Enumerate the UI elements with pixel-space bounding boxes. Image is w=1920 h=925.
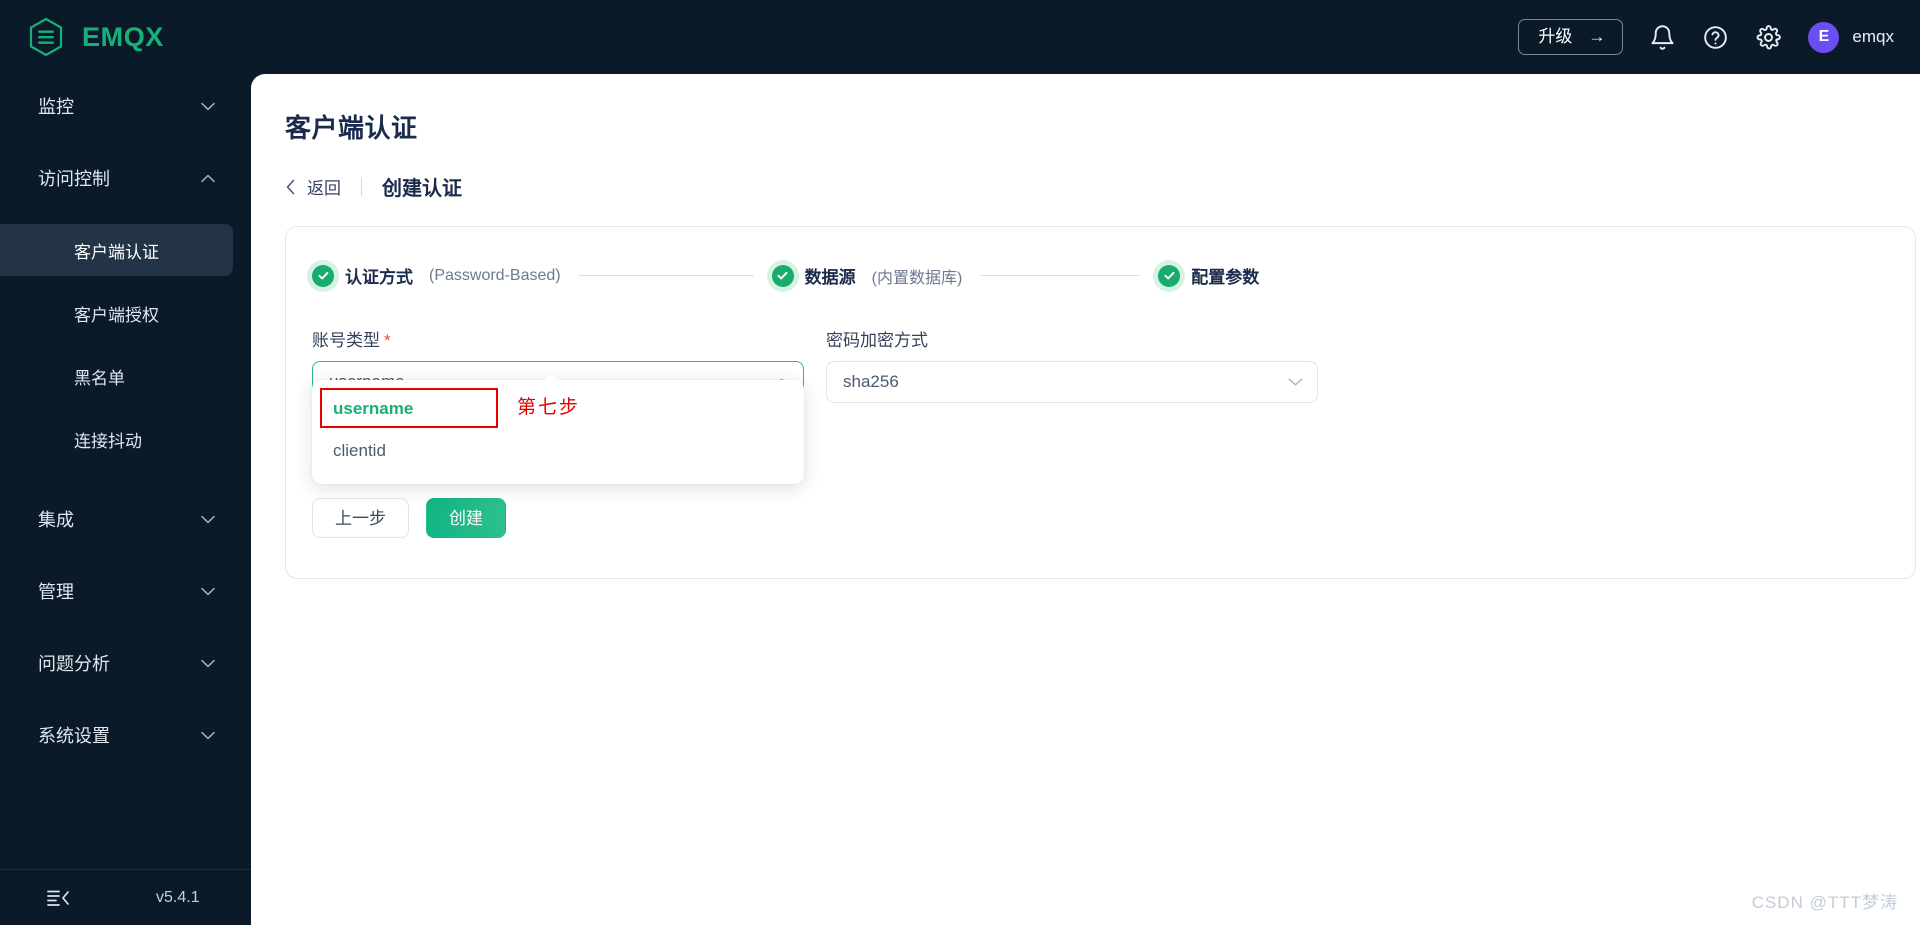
create-button[interactable]: 创建: [426, 498, 506, 538]
top-header: EMQX 升级 → E emqx: [0, 0, 1920, 74]
account-type-dropdown[interactable]: username clientid 第七步: [312, 373, 804, 484]
upgrade-label: 升级: [1538, 27, 1573, 46]
create-auth-card: 认证方式 (Password-Based) 数据源 (内置数据库) 配置参数 账…: [285, 226, 1916, 579]
app-root: EMQX 升级 → E emqx 监控 访问控制 客户端认证 客户端授权 黑名单…: [0, 0, 1920, 925]
chevron-down-icon: [201, 587, 215, 595]
arrow-right-icon: →: [1588, 27, 1606, 46]
form-actions: 上一步 创建: [310, 498, 1875, 538]
chevron-down-icon: [201, 731, 215, 739]
back-label: 返回: [307, 179, 341, 198]
sidebar-item-client-authorization[interactable]: 客户端授权: [0, 287, 233, 339]
step-label: 配置参数: [1191, 268, 1260, 287]
sidebar-item-label: 客户端授权: [74, 305, 159, 325]
user-menu[interactable]: E emqx: [1808, 21, 1894, 53]
step-status-circle: [1158, 264, 1181, 287]
dropdown-option-username[interactable]: username: [312, 388, 804, 430]
sidebar-item-flapping-detect[interactable]: 连接抖动: [0, 413, 233, 465]
chevron-down-icon: [201, 102, 215, 110]
dropdown-option-label: username: [333, 399, 414, 418]
upgrade-button[interactable]: 升级 →: [1518, 19, 1624, 55]
password-hash-field: 密码加密方式 sha256: [826, 326, 1318, 403]
sidebar-item-label: 集成: [38, 510, 74, 530]
sidebar-item-management[interactable]: 管理: [0, 565, 251, 617]
step-connector: [980, 275, 1141, 276]
sidebar-item-label: 管理: [38, 582, 74, 602]
sidebar: 监控 访问控制 客户端认证 客户端授权 黑名单 连接抖动 集成 管理 问题分析 …: [0, 74, 251, 925]
password-hash-value: sha256: [843, 372, 899, 391]
sidebar-item-label: 客户端认证: [74, 242, 159, 262]
required-asterisk: *: [384, 331, 391, 350]
sidebar-item-label: 连接抖动: [74, 431, 142, 451]
sidebar-item-diagnostics[interactable]: 问题分析: [0, 637, 251, 689]
sidebar-item-monitor[interactable]: 监控: [0, 80, 251, 132]
chevron-up-icon: [201, 174, 215, 182]
breadcrumb: 返回 创建认证: [285, 172, 1880, 201]
content-panel: 客户端认证 返回 创建认证 认证方式 (Password-Based) 数据源 …: [251, 74, 1920, 925]
watermark: CSDN @TTT梦涛: [1751, 893, 1898, 912]
step-label: 数据源: [804, 268, 856, 287]
sidebar-item-label: 访问控制: [38, 169, 110, 189]
sidebar-footer: v5.4.1: [0, 869, 251, 925]
dropdown-option-clientid[interactable]: clientid: [312, 430, 804, 472]
account-type-label: 账号类型 *: [312, 326, 804, 351]
sidebar-item-label: 系统设置: [38, 726, 110, 746]
step-indicator: 认证方式 (Password-Based) 数据源 (内置数据库) 配置参数: [310, 263, 1875, 288]
step-note: (内置数据库): [871, 269, 963, 287]
user-name: emqx: [1852, 27, 1894, 46]
sidebar-nav: 监控 访问控制 客户端认证 客户端授权 黑名单 连接抖动 集成 管理 问题分析 …: [0, 74, 251, 869]
chevron-down-icon: [201, 659, 215, 667]
avatar: E: [1808, 21, 1840, 53]
sidebar-item-system-settings[interactable]: 系统设置: [0, 709, 251, 761]
back-button[interactable]: 返回: [285, 174, 341, 199]
collapse-sidebar-icon[interactable]: [46, 888, 70, 908]
sidebar-item-label: 监控: [38, 97, 74, 117]
step-status-circle: [771, 264, 794, 287]
version-label: v5.4.1: [156, 888, 200, 906]
check-icon: [317, 271, 328, 280]
previous-step-button[interactable]: 上一步: [312, 498, 409, 538]
sidebar-item-integration[interactable]: 集成: [0, 493, 251, 545]
account-type-label-text: 账号类型: [312, 331, 380, 350]
bell-icon[interactable]: [1649, 24, 1676, 51]
sidebar-item-blacklist[interactable]: 黑名单: [0, 350, 233, 402]
chevron-left-icon: [286, 179, 295, 194]
body-row: 监控 访问控制 客户端认证 客户端授权 黑名单 连接抖动 集成 管理 问题分析 …: [0, 74, 1920, 925]
step-label: 认证方式: [345, 268, 413, 287]
emqx-hexagon-logo-icon: [29, 17, 63, 57]
sidebar-item-client-authentication[interactable]: 客户端认证: [0, 224, 233, 276]
sidebar-item-access-control[interactable]: 访问控制: [0, 152, 251, 204]
header-actions: 升级 → E emqx: [1518, 19, 1894, 55]
account-type-field: 账号类型* username username: [312, 326, 804, 484]
password-hash-select[interactable]: sha256: [826, 361, 1318, 403]
step-connector: [578, 275, 754, 276]
breadcrumb-current: 创建认证: [382, 178, 462, 200]
sidebar-item-label: 黑名单: [74, 368, 125, 388]
breadcrumb-separator: [361, 177, 362, 196]
brand-logo-area[interactable]: EMQX: [24, 15, 164, 59]
brand-name: EMQX: [82, 21, 164, 52]
form-row: 账号类型* username username: [310, 326, 1875, 484]
step-config-params[interactable]: 配置参数: [1158, 263, 1275, 288]
gear-icon[interactable]: [1755, 24, 1782, 51]
step-note: (Password-Based): [429, 266, 561, 284]
chevron-down-icon: [201, 515, 215, 523]
step-auth-method[interactable]: 认证方式 (Password-Based): [312, 263, 561, 288]
dropdown-option-label: clientid: [333, 441, 386, 460]
check-icon: [777, 271, 788, 280]
sidebar-item-label: 问题分析: [38, 654, 110, 674]
chevron-down-icon: [1288, 378, 1303, 386]
password-hash-label: 密码加密方式: [826, 331, 928, 350]
check-icon: [1164, 271, 1175, 280]
page-title: 客户端认证: [285, 113, 418, 143]
step-data-source[interactable]: 数据源 (内置数据库): [771, 263, 963, 288]
question-circle-icon[interactable]: [1702, 24, 1729, 51]
step-status-circle: [312, 264, 334, 287]
